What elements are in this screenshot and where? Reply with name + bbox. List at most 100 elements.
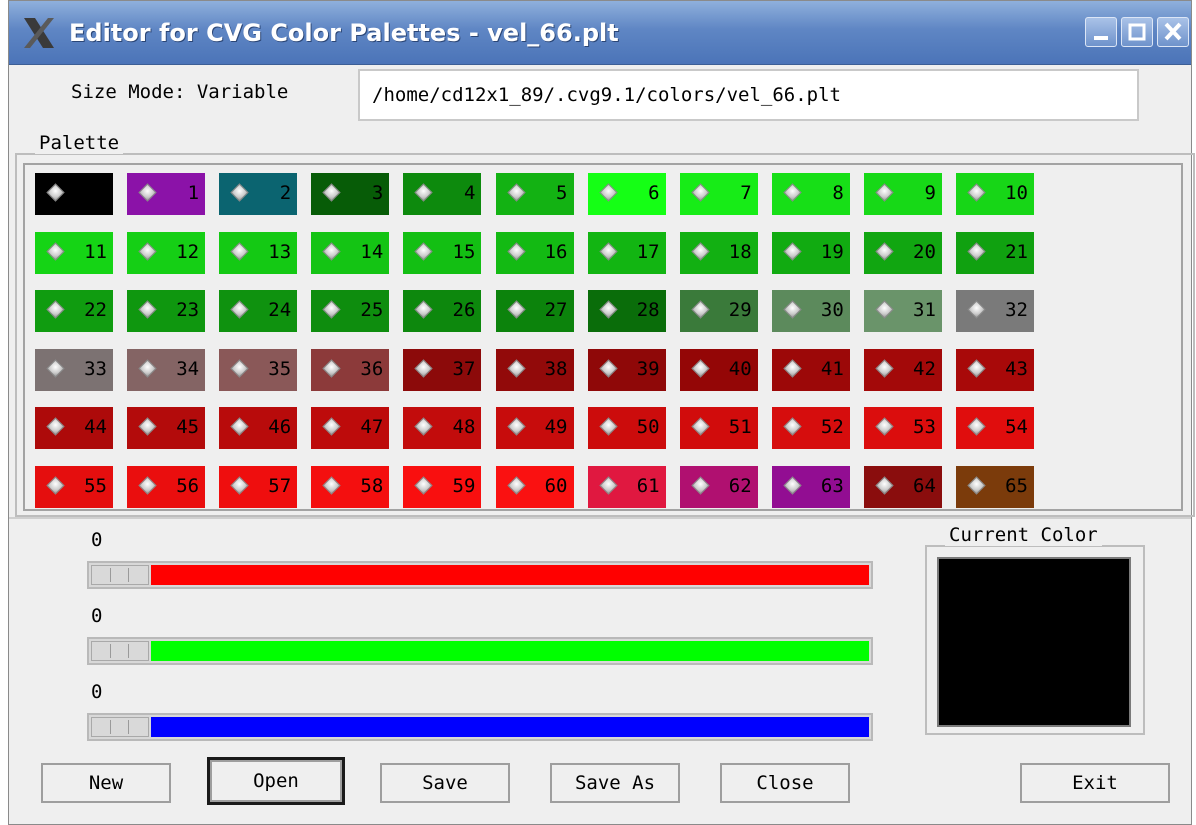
palette-swatch[interactable]: 1	[127, 173, 206, 215]
swatch-number: 46	[268, 416, 292, 438]
palette-swatch[interactable]: 20	[863, 231, 942, 274]
palette-swatch[interactable]: 7	[679, 173, 758, 215]
palette-swatch[interactable]: 26	[403, 290, 482, 332]
swatch-number: 28	[636, 299, 660, 321]
swatch-number: 36	[360, 357, 384, 380]
swatch-number: 18	[728, 240, 752, 263]
palette-swatch[interactable]: 61	[587, 465, 666, 508]
palette-swatch[interactable]: 5	[495, 173, 574, 215]
palette-swatch[interactable]: 51	[679, 407, 758, 449]
close-icon	[1164, 22, 1182, 41]
palette-swatch[interactable]: 19	[771, 231, 850, 274]
palette-swatch[interactable]: 10	[956, 173, 1034, 215]
palette-swatch[interactable]: 28	[587, 290, 666, 332]
minimize-button[interactable]	[1085, 17, 1117, 47]
palette-swatch[interactable]: 50	[587, 407, 666, 449]
palette-swatch[interactable]: 35	[219, 348, 298, 391]
swatch-selector-icon	[322, 475, 341, 495]
palette-swatch[interactable]: 34	[127, 348, 206, 391]
new-button[interactable]: New	[41, 763, 171, 803]
swatch-selector-icon	[783, 241, 802, 261]
palette-swatch[interactable]: 31	[863, 290, 942, 332]
palette-swatch[interactable]: 45	[127, 407, 206, 449]
file-path-input[interactable]	[358, 69, 1139, 121]
palette-swatch[interactable]: 56	[127, 465, 206, 508]
swatch-selector-icon	[783, 300, 802, 319]
palette-swatch[interactable]: 54	[956, 407, 1034, 449]
palette-swatch[interactable]: 55	[35, 465, 113, 508]
palette-swatch[interactable]: 62	[679, 465, 758, 508]
palette-swatch[interactable]: 37	[403, 348, 482, 391]
green-slider[interactable]	[87, 637, 873, 665]
palette-swatch[interactable]: 3	[311, 173, 390, 215]
palette-swatch[interactable]: 49	[495, 407, 574, 449]
palette-swatch[interactable]: 23	[127, 290, 206, 332]
palette-swatch[interactable]: 8	[771, 173, 850, 215]
palette-swatch[interactable]: 33	[35, 348, 113, 391]
palette-swatch[interactable]: 36	[311, 348, 390, 391]
palette-swatch[interactable]: 58	[311, 465, 390, 508]
swatch-number: 43	[1005, 357, 1028, 380]
open-button[interactable]: Open	[207, 757, 345, 805]
palette-swatch[interactable]: 43	[956, 348, 1034, 391]
palette-swatch[interactable]: 40	[679, 348, 758, 391]
palette-swatch[interactable]: 32	[956, 290, 1034, 332]
palette-swatch[interactable]: 6	[587, 173, 666, 215]
palette-swatch[interactable]: 16	[495, 231, 574, 274]
palette-swatch[interactable]: 64	[863, 465, 942, 508]
palette-swatch[interactable]: 27	[495, 290, 574, 332]
palette-swatch[interactable]: 60	[495, 465, 574, 508]
blue-slider[interactable]	[87, 713, 873, 741]
blue-slider-thumb[interactable]	[91, 717, 149, 737]
maximize-button[interactable]	[1121, 17, 1153, 47]
palette-swatch[interactable]: 17	[587, 231, 666, 274]
palette-swatch[interactable]: 29	[679, 290, 758, 332]
swatch-selector-icon	[414, 183, 434, 202]
swatch-number: 49	[544, 416, 568, 438]
swatch-number: 14	[360, 240, 384, 263]
palette-swatch[interactable]: 38	[495, 348, 574, 391]
palette-swatch[interactable]: 59	[403, 465, 482, 508]
palette-swatch[interactable]: 63	[771, 465, 850, 508]
palette-swatch[interactable]	[35, 173, 113, 215]
close-button[interactable]: Close	[720, 763, 850, 803]
save-button[interactable]: Save	[380, 763, 510, 803]
palette-swatch[interactable]: 41	[771, 348, 850, 391]
palette-swatch[interactable]: 30	[771, 290, 850, 332]
palette-swatch[interactable]: 48	[403, 407, 482, 449]
palette-swatch[interactable]: 13	[219, 231, 298, 274]
palette-swatch[interactable]: 52	[771, 407, 850, 449]
exit-button[interactable]: Exit	[1020, 763, 1170, 803]
palette-swatch[interactable]: 53	[863, 407, 942, 449]
x-logo-icon[interactable]	[21, 15, 57, 51]
palette-swatch[interactable]: 42	[863, 348, 942, 391]
palette-swatch[interactable]: 14	[311, 231, 390, 274]
palette-swatch[interactable]: 4	[403, 173, 482, 215]
swatch-selector-icon	[414, 475, 434, 495]
close-window-button[interactable]	[1157, 17, 1189, 47]
palette-swatch[interactable]: 12	[127, 231, 206, 274]
palette-swatch[interactable]: 15	[403, 231, 482, 274]
palette-swatch[interactable]: 25	[311, 290, 390, 332]
green-slider-thumb[interactable]	[91, 641, 149, 661]
palette-swatch[interactable]: 57	[219, 465, 298, 508]
palette-swatch[interactable]: 46	[219, 407, 298, 449]
palette-swatch[interactable]: 9	[863, 173, 942, 215]
palette-swatch[interactable]: 24	[219, 290, 298, 332]
palette-swatch[interactable]: 22	[35, 290, 113, 332]
red-slider-thumb[interactable]	[91, 565, 149, 585]
palette-swatch[interactable]: 11	[35, 231, 113, 274]
palette-swatch[interactable]: 39	[587, 348, 666, 391]
palette-swatch[interactable]: 47	[311, 407, 390, 449]
palette-swatch[interactable]: 2	[219, 173, 298, 215]
save-as-button[interactable]: Save As	[550, 763, 680, 803]
red-slider[interactable]	[87, 561, 873, 589]
palette-swatch[interactable]: 44	[35, 407, 113, 449]
palette-swatch[interactable]: 65	[956, 465, 1034, 508]
swatch-number: 22	[84, 299, 107, 321]
title-bar[interactable]: Editor for CVG Color Palettes - vel_66.p…	[9, 1, 1191, 65]
swatch-selector-icon	[967, 300, 986, 319]
palette-swatch[interactable]: 18	[679, 231, 758, 274]
swatch-selector-icon	[506, 300, 526, 319]
palette-swatch[interactable]: 21	[956, 231, 1034, 274]
